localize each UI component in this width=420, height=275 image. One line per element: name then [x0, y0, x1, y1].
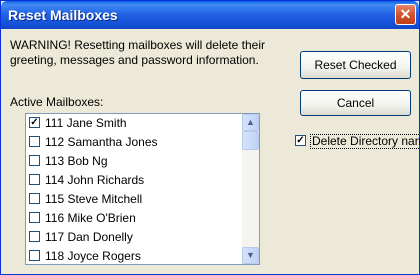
- active-mailboxes-label: Active Mailboxes:: [10, 95, 104, 109]
- mailbox-checkbox[interactable]: [29, 155, 40, 166]
- mailbox-checkbox[interactable]: [29, 136, 40, 147]
- close-icon[interactable]: ✕: [395, 4, 416, 25]
- mailbox-label: 112 Samantha Jones: [45, 135, 158, 149]
- mailbox-list[interactable]: ✓ 111 Jane Smith 112 Samantha Jones 113 Bob…: [25, 113, 260, 265]
- list-item[interactable]: 113 Bob Ng: [26, 152, 239, 171]
- list-item[interactable]: 114 John Richards: [26, 171, 239, 190]
- mailbox-label: 115 Steve Mitchell: [45, 192, 143, 206]
- list-item[interactable]: 118 Joyce Rogers: [26, 247, 239, 264]
- mailbox-checkbox[interactable]: [29, 231, 40, 242]
- mailbox-checkbox[interactable]: [29, 193, 40, 204]
- scroll-up-icon[interactable]: ▲: [242, 114, 259, 131]
- mailbox-label: 117 Dan Donelly: [45, 230, 133, 244]
- mailbox-label: 118 Joyce Rogers: [45, 249, 141, 263]
- mailbox-label: 111 Jane Smith: [45, 116, 127, 130]
- mailbox-checkbox[interactable]: [29, 212, 40, 223]
- cancel-button[interactable]: Cancel: [300, 90, 411, 116]
- list-item[interactable]: 112 Samantha Jones: [26, 133, 239, 152]
- delete-directory-checkbox[interactable]: ✓: [295, 135, 306, 146]
- list-item[interactable]: 117 Dan Donelly: [26, 228, 239, 247]
- mailbox-label: 116 Mike O'Brien: [45, 211, 136, 225]
- list-item[interactable]: 115 Steve Mitchell: [26, 190, 239, 209]
- reset-checked-button[interactable]: Reset Checked: [300, 51, 411, 79]
- scroll-down-icon[interactable]: ▼: [242, 247, 259, 264]
- mailbox-label: 113 Bob Ng: [45, 154, 108, 168]
- mailbox-list-items: ✓ 111 Jane Smith 112 Samantha Jones 113 Bob…: [26, 114, 239, 264]
- warning-text: WARNING! Resetting mailboxes will delete…: [10, 38, 265, 67]
- reset-mailboxes-dialog: Reset Mailboxes ✕ WARNING! Resetting mai…: [0, 0, 420, 275]
- mailbox-checkbox[interactable]: ✓: [29, 117, 40, 128]
- mailbox-checkbox[interactable]: [29, 250, 40, 261]
- title-bar[interactable]: Reset Mailboxes ✕: [1, 1, 419, 29]
- dialog-title: Reset Mailboxes: [8, 7, 118, 23]
- list-scrollbar[interactable]: ▲ ▼: [242, 114, 259, 264]
- scroll-thumb[interactable]: [242, 131, 259, 150]
- mailbox-label: 114 John Richards: [45, 173, 145, 187]
- list-item[interactable]: 116 Mike O'Brien: [26, 209, 239, 228]
- mailbox-checkbox[interactable]: [29, 174, 40, 185]
- delete-directory-label[interactable]: Delete Directory name: [310, 134, 420, 149]
- list-item[interactable]: ✓ 111 Jane Smith: [26, 114, 239, 133]
